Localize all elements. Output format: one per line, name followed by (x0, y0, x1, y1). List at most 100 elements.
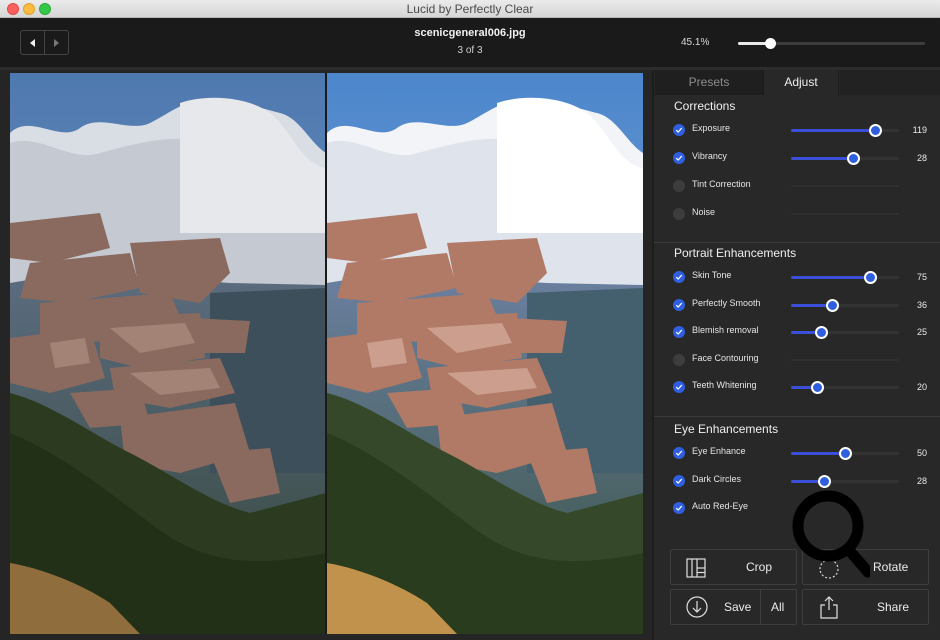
adjustment-row-noise: Noise (654, 204, 940, 224)
checkbox-unchecked-icon[interactable] (673, 353, 685, 366)
slider-thumb[interactable] (869, 124, 883, 137)
checkbox-checked-icon[interactable] (673, 271, 685, 283)
rotate-button[interactable]: Rotate (802, 549, 929, 585)
slider-thumb[interactable] (863, 271, 877, 284)
adjustment-row-eye-enhance: Eye Enhance 50 (654, 443, 940, 463)
adjustment-row-dark-circles: Dark Circles 28 (654, 471, 940, 491)
adjustment-label: Eye Enhance (692, 446, 746, 456)
chevron-left-icon (30, 38, 36, 47)
window-title: Lucid by Perfectly Clear (406, 2, 534, 16)
adjustment-label: Teeth Whitening (692, 380, 757, 390)
checkbox-checked-icon[interactable] (673, 298, 685, 311)
adjustment-value: 25 (916, 327, 927, 337)
section-title: Corrections (674, 99, 736, 113)
adjustment-row-perfectly-smooth: Perfectly Smooth 36 (654, 295, 940, 315)
adjustment-value: 28 (916, 475, 927, 486)
crop-icon (686, 558, 706, 578)
adjustment-slider[interactable] (791, 381, 899, 394)
adjustment-slider[interactable] (791, 185, 899, 187)
tab-adjust[interactable]: Adjust (763, 70, 839, 96)
save-button-group: Save All (670, 589, 797, 625)
zoom-slider[interactable] (738, 38, 925, 49)
adjustment-value: 28 (916, 153, 927, 163)
adjustment-slider[interactable] (791, 124, 899, 137)
adjustment-value: 20 (916, 382, 927, 392)
before-photo-graphic (10, 73, 326, 634)
adjustment-row-blemish-removal: Blemish removal 25 (654, 322, 940, 342)
previous-image-button[interactable] (21, 31, 44, 54)
panel-tabs: Presets Adjust (654, 70, 940, 96)
image-canvas (0, 70, 652, 640)
adjustment-slider[interactable] (791, 358, 899, 361)
save-button[interactable]: Save (671, 590, 760, 624)
adjustment-row-tint-correction: Tint Correction (654, 176, 940, 196)
adjustment-label: Auto Red-Eye (692, 501, 749, 511)
toolbar: scenicgeneral006.jpg 3 of 3 45.1% (0, 19, 940, 67)
slider-thumb[interactable] (815, 326, 829, 339)
adjustment-label: Vibrancy (692, 151, 727, 161)
slider-thumb[interactable] (826, 298, 840, 312)
checkbox-checked-icon[interactable] (673, 502, 685, 514)
slider-thumb[interactable] (818, 474, 832, 488)
checkbox-checked-icon[interactable] (673, 381, 685, 393)
adjustment-label: Dark Circles (692, 473, 742, 484)
save-all-label: All (771, 600, 785, 614)
download-icon (686, 596, 708, 618)
slider-thumb[interactable] (839, 447, 852, 460)
adjustment-slider[interactable] (791, 271, 899, 284)
save-label: Save (724, 600, 752, 614)
after-photo-graphic (327, 73, 643, 634)
checkbox-unchecked-icon[interactable] (673, 180, 685, 192)
zoom-slider-thumb[interactable] (764, 38, 776, 49)
crop-button[interactable]: Crop (670, 549, 797, 585)
adjustment-slider[interactable] (791, 447, 899, 460)
zoom-level: 45.1% (681, 37, 710, 48)
adjustment-row-face-contouring: Face Contouring (654, 350, 940, 370)
adjustment-label: Face Contouring (692, 352, 759, 363)
adjustment-value: 119 (912, 125, 927, 135)
adjustment-label: Tint Correction (692, 179, 751, 189)
adjustment-label: Perfectly Smooth (692, 297, 761, 308)
next-image-button[interactable] (44, 31, 68, 54)
adjustment-label: Skin Tone (692, 270, 732, 280)
slider-thumb[interactable] (810, 381, 824, 394)
share-label: Share (877, 600, 910, 614)
adjustment-slider[interactable] (791, 474, 899, 488)
adjustment-row-skin-tone: Skin Tone 75 (654, 267, 940, 287)
adjustment-label: Exposure (692, 123, 731, 133)
save-all-button[interactable]: All (760, 590, 796, 624)
tab-bar-filler (840, 70, 940, 95)
section-title: Eye Enhancements (674, 422, 779, 436)
checkbox-unchecked-icon[interactable] (673, 208, 685, 220)
title-bar: Lucid by Perfectly Clear (0, 0, 940, 18)
slider-fill (791, 276, 870, 279)
after-image[interactable] (327, 73, 643, 634)
slider-thumb[interactable] (846, 152, 860, 165)
slider-fill (791, 157, 853, 160)
crop-label: Crop (746, 560, 773, 574)
adjustment-row-exposure: Exposure 119 (654, 120, 940, 140)
adjustment-row-vibrancy: Vibrancy 28 (654, 148, 940, 168)
adjustment-row-auto-red-eye: Auto Red-Eye (654, 498, 940, 518)
adjustment-value: 75 (916, 272, 927, 282)
before-image[interactable] (10, 73, 326, 634)
section-divider (654, 242, 940, 243)
adjustment-slider[interactable] (791, 152, 899, 165)
checkbox-checked-icon[interactable] (673, 124, 685, 136)
checkbox-checked-icon[interactable] (673, 326, 685, 338)
rotate-icon (819, 559, 839, 579)
share-button[interactable]: Share (802, 589, 929, 625)
share-icon (820, 596, 838, 619)
tab-presets[interactable]: Presets (655, 70, 763, 95)
adjustments-panel: Presets Adjust Corrections Exposure 119 Vib… (653, 70, 940, 640)
file-name: scenicgeneral006.jpg (414, 27, 526, 39)
adjustment-row-teeth-whitening: Teeth Whitening 20 (654, 377, 940, 397)
checkbox-checked-icon[interactable] (673, 152, 685, 164)
adjustment-slider[interactable] (791, 326, 899, 339)
section-divider (654, 416, 940, 417)
checkbox-checked-icon[interactable] (673, 447, 685, 459)
adjustment-slider[interactable] (791, 213, 899, 215)
checkbox-checked-icon[interactable] (673, 474, 685, 487)
adjustment-slider[interactable] (791, 298, 899, 312)
slider-fill (791, 129, 876, 132)
